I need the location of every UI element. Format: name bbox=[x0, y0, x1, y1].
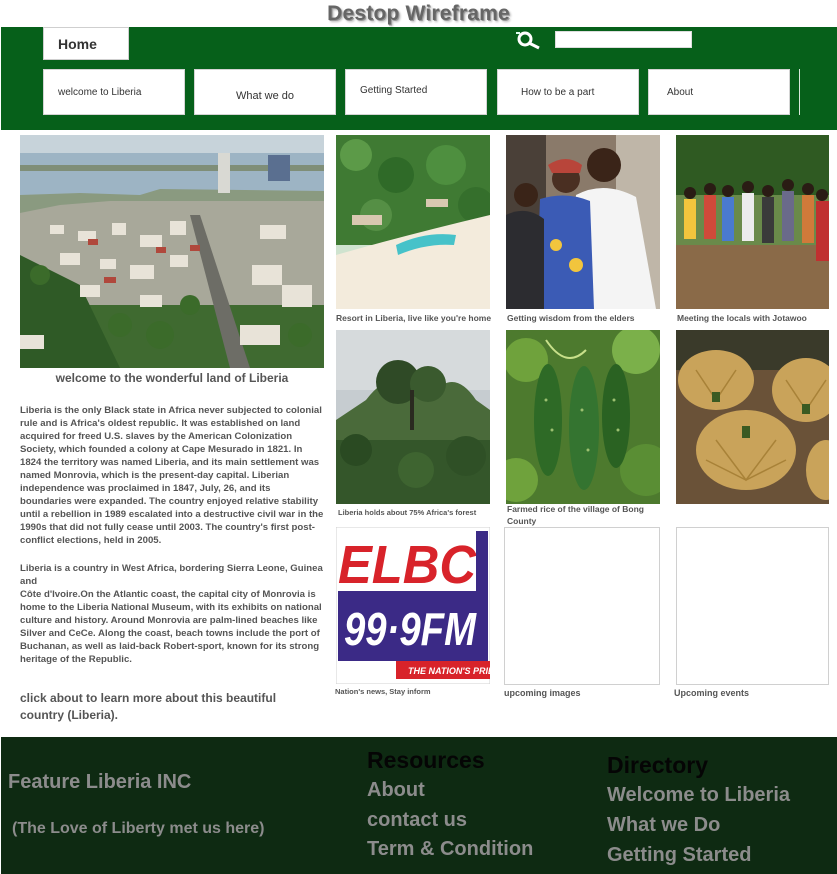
locals-group-image[interactable] bbox=[676, 135, 829, 309]
intro-paragraph-geography: Liberia is a country in West Africa, bor… bbox=[20, 563, 323, 665]
elbc-frequency-text: 99·9FM bbox=[344, 603, 477, 655]
footer-tagline: (The Love of Liberty met us here) bbox=[12, 820, 265, 837]
footer-link-welcome-to-liberia[interactable]: Welcome to Liberia bbox=[607, 784, 790, 807]
footer-link-getting-started[interactable]: Getting Started bbox=[607, 844, 751, 867]
footer-link-contact-us[interactable]: contact us bbox=[367, 809, 467, 832]
hero-caption: welcome to the wonderful land of Liberia bbox=[55, 371, 289, 385]
gallery-caption: upcoming images bbox=[504, 688, 581, 698]
upcoming-images-placeholder[interactable] bbox=[504, 527, 660, 685]
gallery-caption: Farmed rice of the village of Bong Count… bbox=[507, 504, 644, 526]
gallery-caption: Upcoming events bbox=[674, 688, 750, 698]
footer-link-terms[interactable]: Term & Condition bbox=[367, 838, 533, 861]
upcoming-events-placeholder[interactable] bbox=[676, 527, 829, 685]
elbc-logo-text: ELBC bbox=[338, 535, 477, 595]
rice-bundles-image[interactable] bbox=[676, 330, 829, 504]
about-prompt-text: click about to learn more about this bea… bbox=[20, 691, 277, 722]
footer-link-what-we-do[interactable]: What we Do bbox=[607, 814, 720, 837]
footer-brand: Feature Liberia INC bbox=[8, 771, 192, 793]
elders-photo-image[interactable] bbox=[506, 135, 660, 309]
elbc-logo-image[interactable]: ELBC 99·9FM THE NATION'S PRIDE bbox=[336, 527, 490, 684]
gallery-caption: Getting wisdom from the elders bbox=[507, 313, 635, 323]
footer-link-about[interactable]: About bbox=[367, 779, 425, 802]
elbc-tagline-text: THE NATION'S PRIDE bbox=[408, 666, 490, 676]
page-title: Destop Wireframe bbox=[327, 2, 510, 25]
gallery-caption: Liberia holds about 75% Africa's forest bbox=[338, 508, 477, 517]
nav-getting-started[interactable]: Getting Started bbox=[345, 69, 487, 115]
gallery-caption: Resort in Liberia, live like you're home bbox=[336, 313, 492, 323]
rainforest-image[interactable] bbox=[336, 330, 490, 504]
search-icon[interactable] bbox=[513, 30, 543, 50]
nav-welcome-to-liberia[interactable]: welcome to Liberia bbox=[43, 69, 185, 115]
resources-heading: Resources bbox=[367, 747, 485, 773]
nav-how-to-be-a-part[interactable]: How to be a part bbox=[497, 69, 639, 115]
monrovia-cityscape-image bbox=[20, 135, 324, 368]
nav-divider bbox=[799, 69, 800, 115]
home-button[interactable]: Home bbox=[43, 27, 129, 60]
nav-what-we-do[interactable]: What we do bbox=[194, 69, 336, 115]
beach-resort-image[interactable] bbox=[336, 135, 490, 309]
intro-paragraph-history: Liberia is the only Black state in Afric… bbox=[20, 405, 324, 546]
gallery-caption: Meeting the locals with Jotawoo bbox=[677, 313, 807, 323]
search-input[interactable] bbox=[555, 31, 692, 48]
cucumbers-image[interactable] bbox=[506, 330, 660, 504]
directory-heading: Directory bbox=[607, 752, 708, 778]
nav-about[interactable]: About bbox=[648, 69, 790, 115]
gallery-caption: Nation's news, Stay inform bbox=[335, 687, 431, 696]
